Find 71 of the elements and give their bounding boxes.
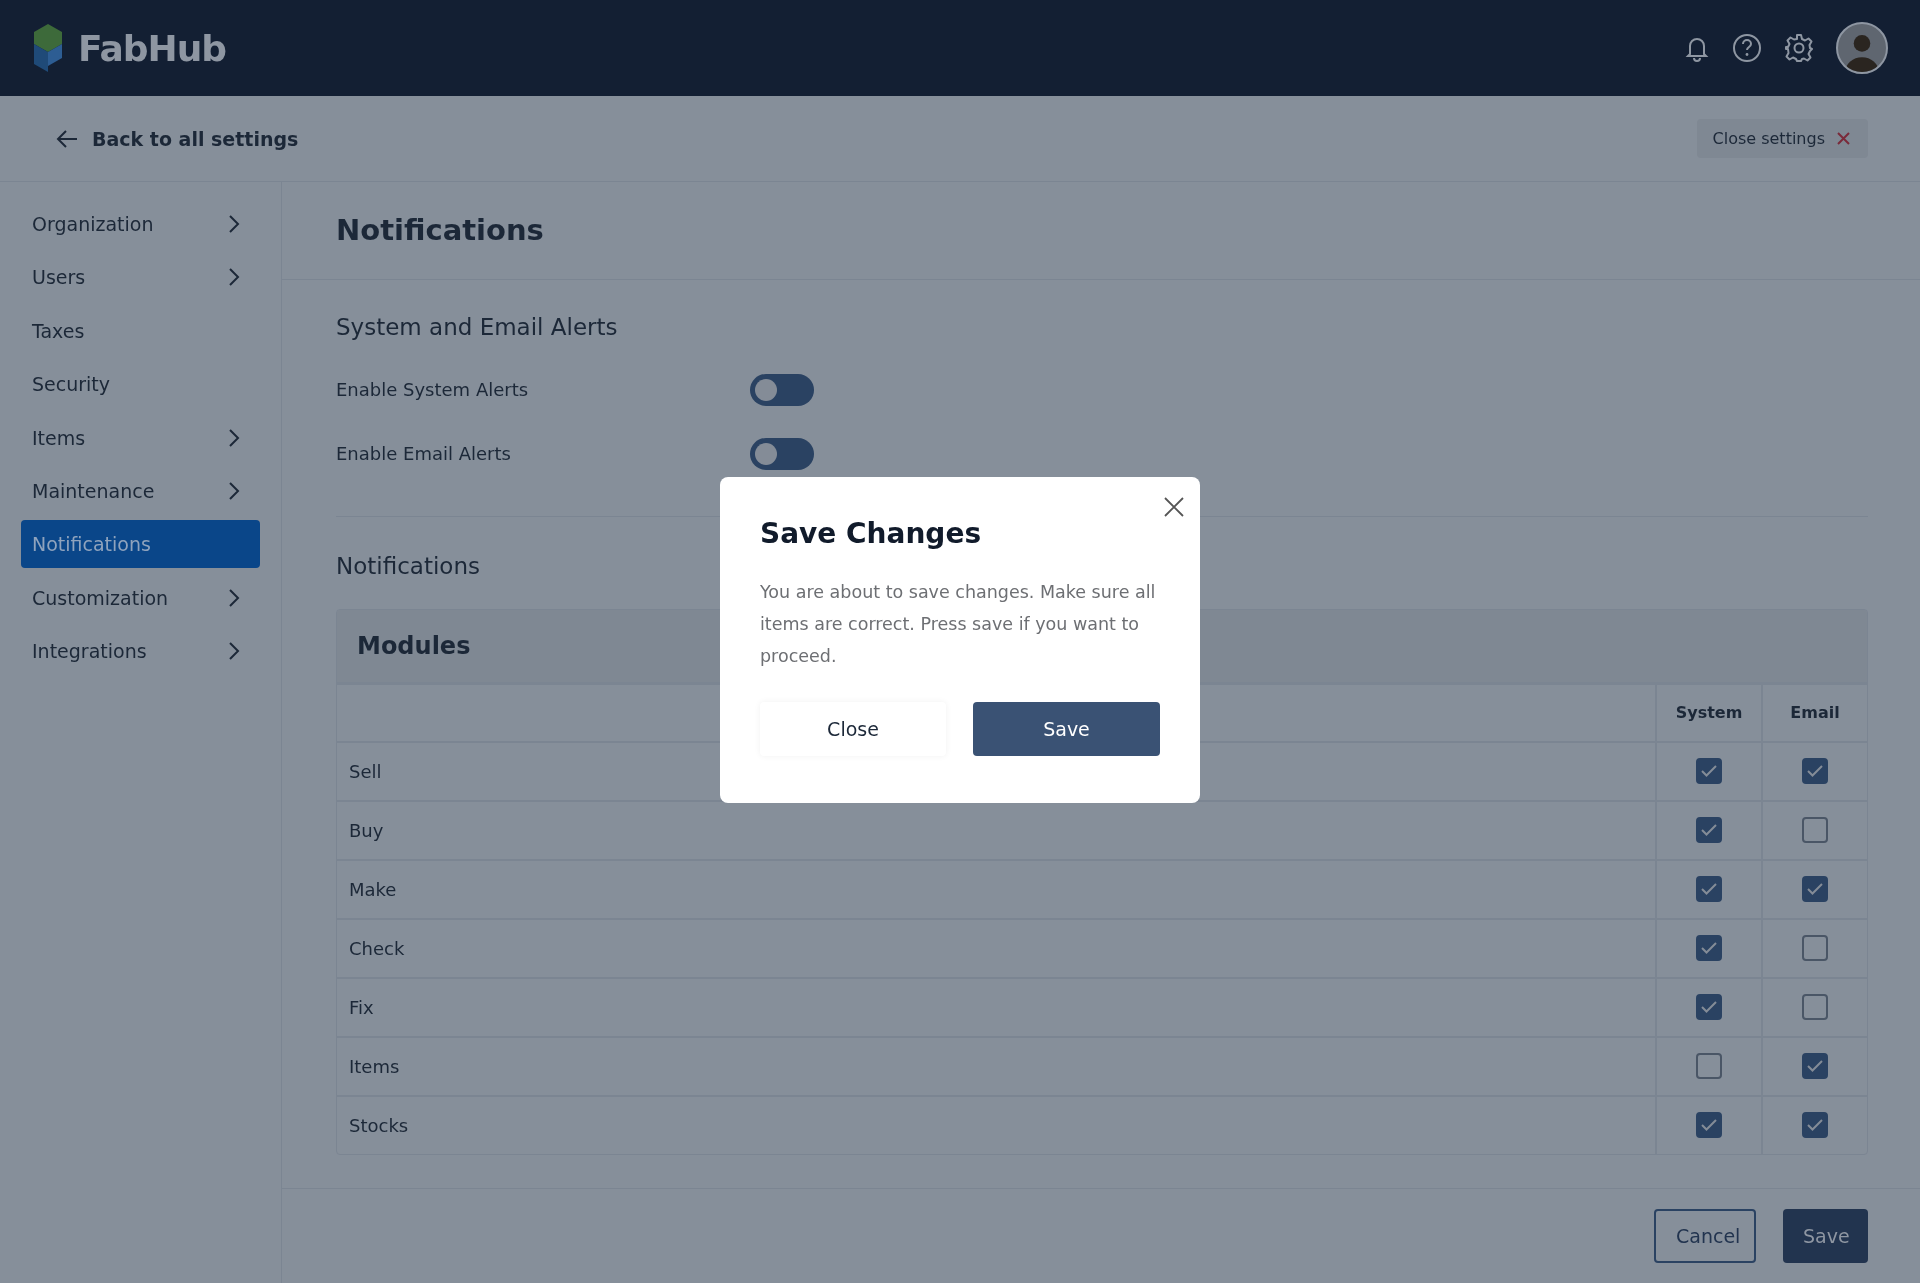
checkbox[interactable] (1802, 817, 1828, 844)
page-title: Notifications (336, 213, 544, 248)
column-header: Email (1790, 703, 1840, 723)
sidebar-item[interactable]: Items (21, 413, 260, 462)
back-link[interactable]: Back to all settings (56, 127, 299, 150)
sidebar-item[interactable]: Maintenance (21, 466, 260, 515)
chevron-right-icon (228, 427, 240, 448)
table-cell: Stocks (349, 1114, 409, 1136)
check-icon (1701, 1119, 1717, 1132)
checkbox[interactable] (1696, 1053, 1722, 1080)
check-icon (1701, 765, 1717, 778)
table-cell: Fix (349, 996, 374, 1018)
checkbox[interactable] (1802, 994, 1828, 1021)
checkbox[interactable] (1802, 1053, 1828, 1080)
checkbox[interactable] (1696, 935, 1722, 962)
checkbox[interactable] (1802, 1112, 1828, 1139)
close-icon (1837, 132, 1850, 145)
table-cell: Items (349, 1055, 400, 1077)
check-icon (1807, 1119, 1823, 1132)
check-icon (1701, 824, 1717, 837)
checkbox[interactable] (1696, 876, 1722, 903)
checkbox[interactable] (1696, 758, 1722, 785)
checkbox[interactable] (1802, 876, 1828, 903)
chevron-right-icon (228, 587, 240, 608)
app-name: FabHub (78, 27, 227, 69)
table-cell: Buy (349, 819, 384, 841)
settings-icon[interactable] (1784, 33, 1814, 63)
sidebar-item[interactable]: Customization (21, 573, 260, 622)
toggle-switch[interactable] (750, 373, 814, 406)
avatar[interactable] (1836, 22, 1888, 74)
check-icon (1701, 1001, 1717, 1014)
toggle-label: Enable Email Alerts (336, 443, 512, 465)
section-title: Notifications (336, 552, 481, 579)
table-cell: Make (349, 878, 397, 900)
table-title: Modules (357, 631, 471, 660)
help-icon[interactable] (1732, 33, 1762, 63)
chevron-right-icon (228, 267, 240, 288)
checkbox[interactable] (1696, 994, 1722, 1021)
sidebar-item[interactable]: Taxes (21, 306, 260, 355)
check-icon (1807, 765, 1823, 778)
table-cell: Sell (349, 760, 382, 782)
check-icon (1701, 883, 1717, 896)
checkbox[interactable] (1696, 817, 1722, 844)
checkbox[interactable] (1802, 935, 1828, 962)
table-cell: Check (349, 937, 405, 959)
check-icon (1807, 1060, 1823, 1073)
dialog-title: Save Changes (760, 517, 983, 550)
column-header: System (1675, 703, 1743, 723)
section-title: System and Email Alerts (336, 313, 619, 340)
chevron-right-icon (228, 480, 240, 501)
chevron-right-icon (228, 214, 240, 234)
check-icon (1807, 883, 1823, 896)
check-icon (1701, 942, 1717, 955)
sidebar-item[interactable]: Integrations (21, 627, 260, 676)
cancel-button[interactable]: Cancel (1654, 1209, 1756, 1263)
close-icon[interactable] (1164, 497, 1184, 517)
save-button[interactable]: Save (973, 702, 1160, 756)
save-button[interactable]: Save (1783, 1209, 1868, 1263)
dialog-message: You are about to save changes. Make sure all items are correct. Press save if you want to proceed. (760, 581, 1157, 668)
sidebar-item[interactable]: Users (21, 253, 260, 302)
toggle-switch[interactable] (750, 437, 814, 470)
sidebar-item[interactable]: Security (21, 360, 260, 409)
chevron-right-icon (228, 641, 240, 662)
toggle-label: Enable System Alerts (336, 379, 530, 401)
sidebar-item[interactable]: Organization (21, 200, 260, 248)
close-button[interactable]: Close (760, 702, 946, 756)
arrow-left-icon (56, 128, 78, 149)
close-settings-button[interactable]: Close settings (1696, 119, 1868, 158)
sidebar-item[interactable]: Notifications (21, 520, 260, 569)
checkbox[interactable] (1802, 758, 1828, 785)
checkbox[interactable] (1696, 1112, 1722, 1139)
